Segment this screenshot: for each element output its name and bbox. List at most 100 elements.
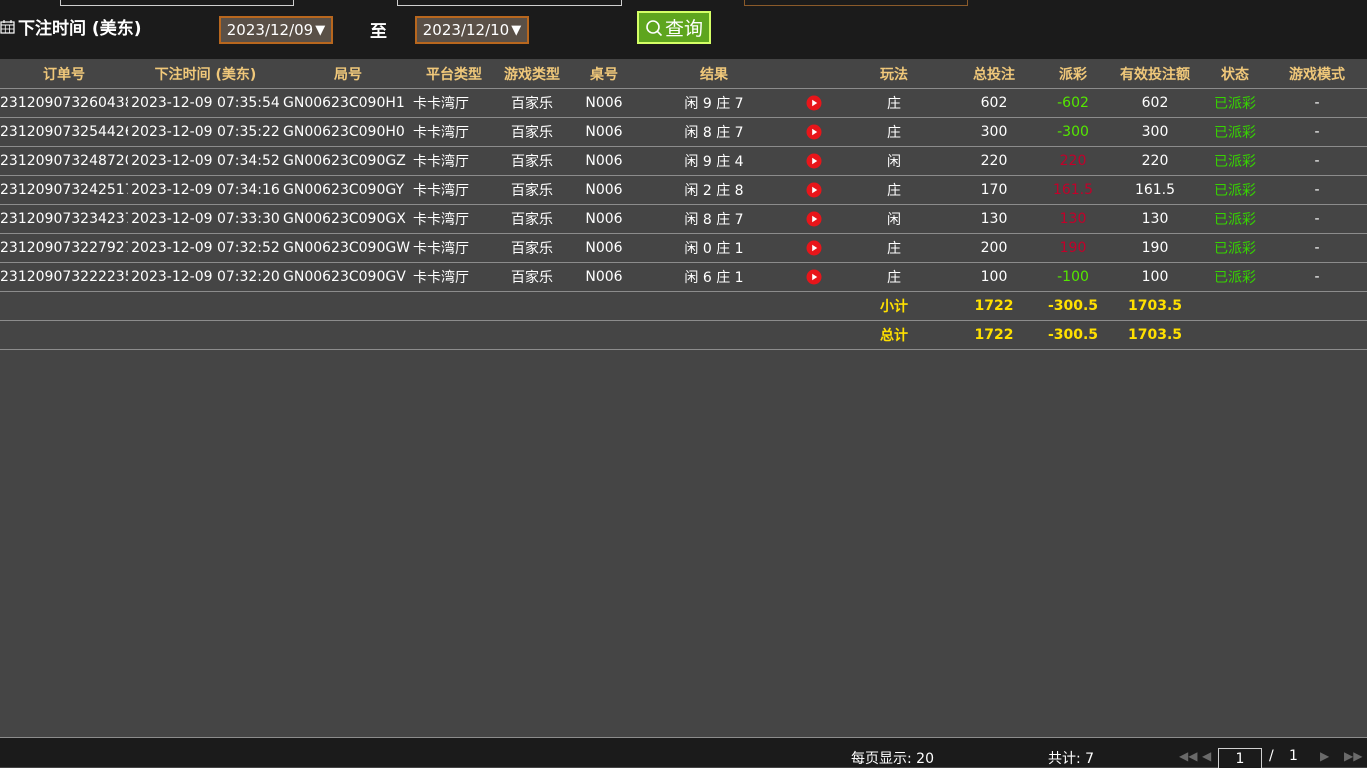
column-header: 游戏模式 [1267, 59, 1367, 89]
bet-time-cell: 2023-12-09 07:34:52 [128, 146, 283, 176]
bet-time-filter-label: 下注时间 (美东) [0, 14, 141, 39]
replay-cell [789, 117, 839, 147]
platform-cell: 卡卡湾厅 [413, 88, 495, 118]
empty-cell [1267, 291, 1367, 321]
play-type-cell: 庄 [839, 233, 949, 263]
replay-cell [789, 175, 839, 205]
platform-cell: 卡卡湾厅 [413, 146, 495, 176]
query-button[interactable]: 查询 [637, 11, 711, 44]
search-icon [646, 19, 663, 36]
bet-time-cell: 2023-12-09 07:35:54 [128, 88, 283, 118]
table-number-cell: N006 [569, 175, 639, 205]
round-id-cell: GN00623C090GY [283, 175, 413, 205]
game-type-cell: 百家乐 [495, 88, 569, 118]
replay-cell [789, 262, 839, 292]
payout-cell: 220 [1039, 146, 1107, 176]
top-filter-input-1[interactable] [60, 0, 294, 6]
table-number-cell: N006 [569, 146, 639, 176]
play-type-cell: 闲 [839, 204, 949, 234]
play-type-cell: 庄 [839, 88, 949, 118]
empty-cell [1203, 320, 1267, 350]
column-header: 状态 [1203, 59, 1267, 89]
play-type-cell: 庄 [839, 262, 949, 292]
valid-bet-cell: 190 [1107, 233, 1203, 263]
filter-bar: 下注时间 (美东) 2023/12/09 ▼ 至 2023/12/10 ▼ 查询 [0, 0, 1367, 59]
bet-time-cell: 2023-12-09 07:32:52 [128, 233, 283, 263]
per-page-label[interactable]: 每页显示: 20 [851, 748, 934, 768]
total-bet: 1722 [949, 320, 1039, 350]
column-header: 订单号 [0, 59, 128, 89]
chevron-down-icon: ▼ [511, 22, 522, 38]
column-header [789, 59, 839, 89]
round-id-cell: GN00623C090GV [283, 262, 413, 292]
page-separator: / [1269, 748, 1274, 764]
platform-cell: 卡卡湾厅 [413, 117, 495, 147]
bet-time-cell: 2023-12-09 07:32:20 [128, 262, 283, 292]
play-type-cell: 庄 [839, 175, 949, 205]
total-payout: -300.5 [1039, 320, 1107, 350]
order-id-cell: 231209073242517 [0, 175, 128, 205]
play-video-icon[interactable] [806, 95, 822, 111]
subtotal-bet: 1722 [949, 291, 1039, 321]
start-date-value: 2023/12/09 [226, 21, 314, 39]
start-date-select[interactable]: 2023/12/09 ▼ [219, 16, 333, 44]
replay-cell [789, 146, 839, 176]
payout-cell: 190 [1039, 233, 1107, 263]
subtotal-row: 小计 1722 -300.5 1703.5 [0, 291, 1367, 321]
game-mode-cell: - [1267, 233, 1367, 263]
status-cell: 已派彩 [1203, 175, 1267, 205]
total-bet-cell: 220 [949, 146, 1039, 176]
table-row[interactable]: 231209073242517 2023-12-09 07:34:16 GN0062… [0, 175, 1367, 205]
table-row[interactable]: 231209073260438 2023-12-09 07:35:54 GN0062… [0, 88, 1367, 118]
empty-cell [128, 291, 283, 321]
game-type-cell: 百家乐 [495, 175, 569, 205]
prev-page-icon[interactable]: ◀ [1202, 749, 1211, 763]
order-id-cell: 231209073227927 [0, 233, 128, 263]
empty-cell [413, 320, 495, 350]
valid-bet-cell: 161.5 [1107, 175, 1203, 205]
first-page-icon[interactable]: ◀◀ [1179, 749, 1197, 763]
play-video-icon[interactable] [806, 240, 822, 256]
game-type-cell: 百家乐 [495, 204, 569, 234]
end-date-select[interactable]: 2023/12/10 ▼ [415, 16, 529, 44]
play-video-icon[interactable] [806, 124, 822, 140]
top-filter-input-2[interactable] [397, 0, 622, 6]
round-id-cell: GN00623C090H0 [283, 117, 413, 147]
empty-cell [1203, 291, 1267, 321]
table-row[interactable]: 231209073254426 2023-12-09 07:35:22 GN0062… [0, 117, 1367, 147]
game-type-cell: 百家乐 [495, 233, 569, 263]
total-bet-cell: 130 [949, 204, 1039, 234]
next-page-icon[interactable]: ▶ [1320, 749, 1329, 763]
table-body: 231209073260438 2023-12-09 07:35:54 GN0062… [0, 88, 1367, 350]
total-bet-cell: 300 [949, 117, 1039, 147]
table-row[interactable]: 231209073227927 2023-12-09 07:32:52 GN0062… [0, 233, 1367, 263]
table-row[interactable]: 231209073248720 2023-12-09 07:34:52 GN0062… [0, 146, 1367, 176]
empty-cell [495, 320, 569, 350]
subtotal-label: 小计 [839, 291, 949, 321]
result-cell: 闲 8 庄 7 [639, 204, 789, 234]
empty-cell [283, 291, 413, 321]
empty-cell [413, 291, 495, 321]
page-number-input[interactable] [1218, 748, 1262, 768]
empty-cell [128, 320, 283, 350]
round-id-cell: GN00623C090GZ [283, 146, 413, 176]
table-row[interactable]: 231209073222235 2023-12-09 07:32:20 GN0062… [0, 262, 1367, 292]
payout-cell: -300 [1039, 117, 1107, 147]
column-header: 游戏类型 [495, 59, 569, 89]
result-cell: 闲 0 庄 1 [639, 233, 789, 263]
bet-time-cell: 2023-12-09 07:34:16 [128, 175, 283, 205]
play-video-icon[interactable] [806, 153, 822, 169]
table-row[interactable]: 231209073234237 2023-12-09 07:33:30 GN0062… [0, 204, 1367, 234]
empty-cell [639, 291, 789, 321]
round-id-cell: GN00623C090H1 [283, 88, 413, 118]
play-video-icon[interactable] [806, 269, 822, 285]
valid-bet-cell: 100 [1107, 262, 1203, 292]
empty-cell [1267, 320, 1367, 350]
total-count: 共计: 7 [1048, 751, 1095, 767]
subtotal-valid-bet: 1703.5 [1107, 291, 1203, 321]
play-video-icon[interactable] [806, 182, 822, 198]
top-filter-input-3[interactable] [744, 0, 968, 6]
play-video-icon[interactable] [806, 211, 822, 227]
calendar-icon [0, 19, 15, 34]
last-page-icon[interactable]: ▶▶ [1344, 749, 1362, 763]
